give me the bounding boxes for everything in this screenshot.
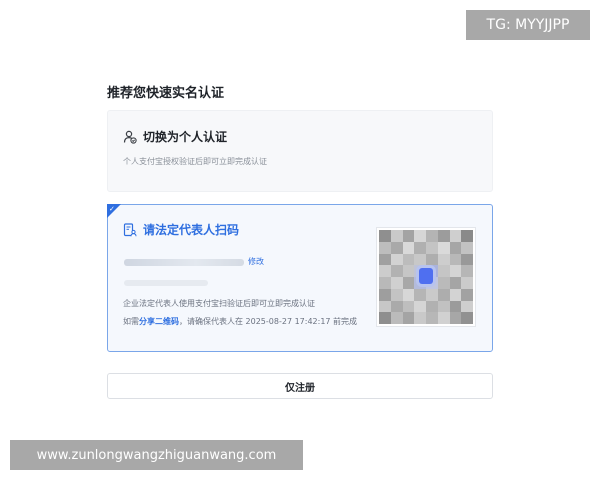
qr-code (376, 227, 476, 327)
legal-rep-header: 请法定代表人扫码 (123, 221, 239, 238)
legal-rep-description: 企业法定代表人使用支付宝扫验证后即可立即完成认证 (123, 299, 315, 308)
document-person-icon (123, 222, 137, 237)
check-icon: ✓ (109, 205, 115, 213)
share-qr-link[interactable]: 分享二维码 (139, 317, 179, 326)
masked-rep-id (124, 280, 208, 286)
section-title: 推荐您快速实名认证 (107, 86, 225, 101)
personal-auth-description: 个人支付宝授权验证后即可立即完成认证 (123, 157, 267, 166)
watermark-site-url: www.zunlongwangzhiguanwang.com (10, 440, 303, 470)
share-prefix: 如需 (123, 317, 139, 326)
legal-rep-auth-option[interactable]: ✓ 请法定代表人扫码 修改 企业法定代表人使用支付宝扫验证后即可立即完成认证 如… (107, 204, 493, 352)
qr-center-logo (419, 268, 433, 284)
masked-rep-name (124, 259, 244, 266)
personal-auth-header: 切换为个人认证 (123, 128, 227, 145)
person-verify-icon (123, 130, 137, 144)
share-deadline: ，请确保代表人在 2025-08-27 17:42:17 前完成 (179, 317, 358, 326)
share-qr-hint: 如需分享二维码，请确保代表人在 2025-08-27 17:42:17 前完成 (123, 316, 357, 327)
register-only-button[interactable]: 仅注册 (107, 373, 493, 399)
personal-auth-option[interactable]: 切换为个人认证 个人支付宝授权验证后即可立即完成认证 (107, 110, 493, 192)
legal-rep-title: 请法定代表人扫码 (143, 223, 240, 237)
watermark-tg: TG: MYYJJPP (466, 10, 590, 40)
personal-auth-title: 切换为个人认证 (143, 130, 228, 144)
edit-link[interactable]: 修改 (248, 256, 264, 267)
